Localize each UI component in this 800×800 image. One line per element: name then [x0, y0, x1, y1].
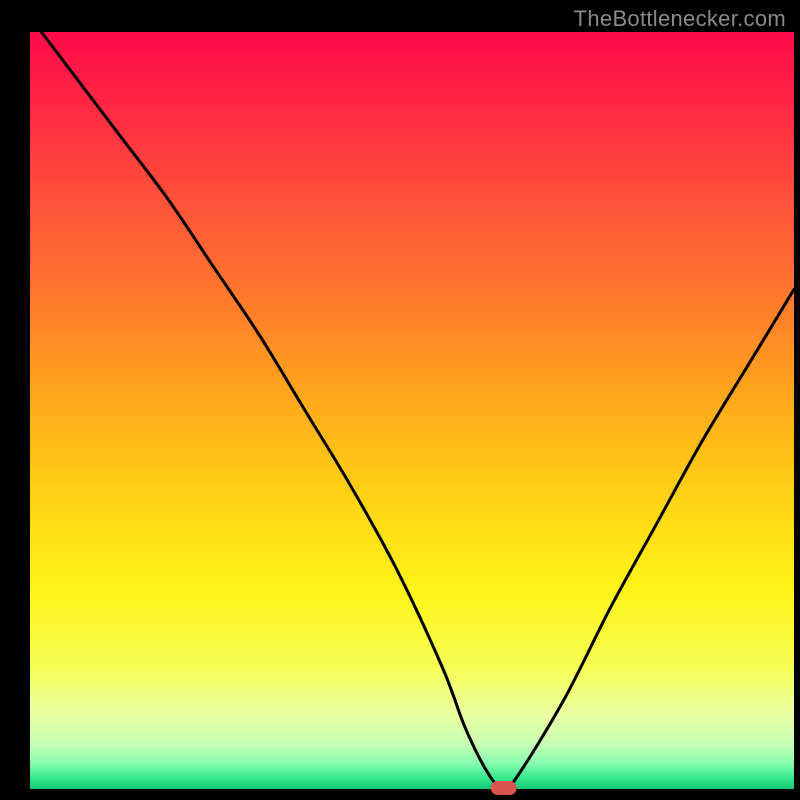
minimum-marker	[491, 781, 517, 795]
gradient-background	[30, 32, 794, 789]
chart-frame: TheBottlenecker.com	[0, 0, 800, 800]
bottleneck-chart	[0, 0, 800, 800]
